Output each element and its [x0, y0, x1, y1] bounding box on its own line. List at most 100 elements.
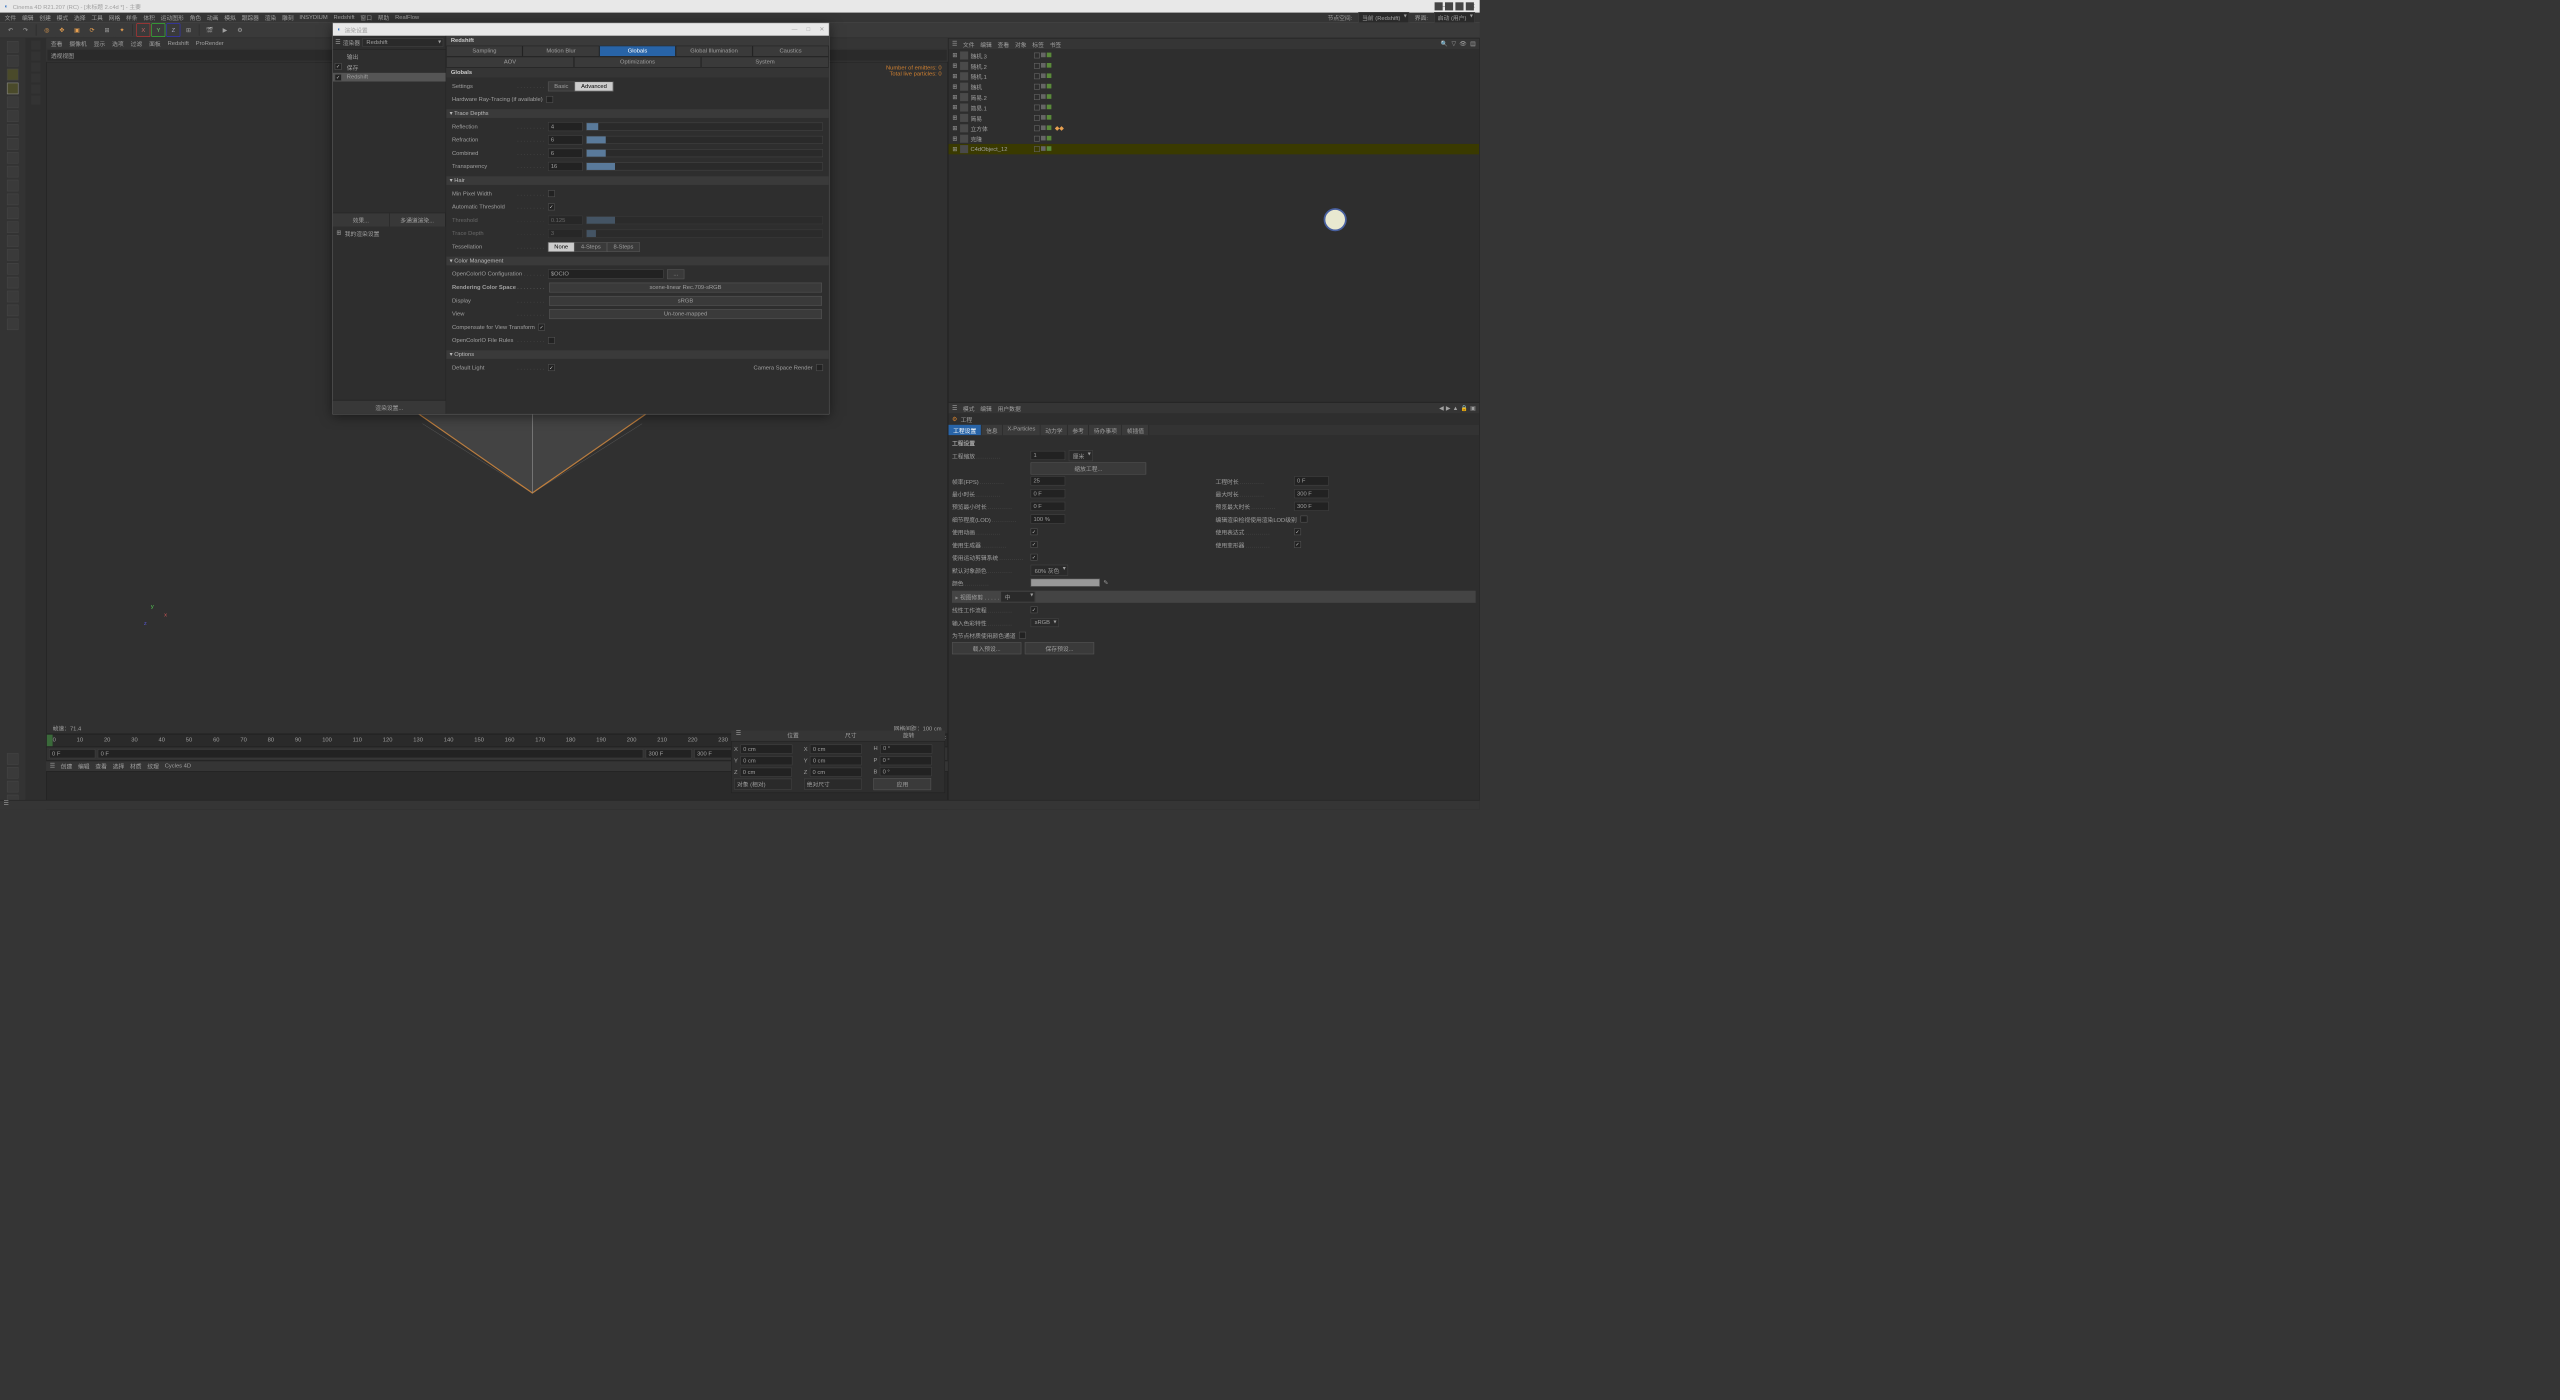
tess-8-button[interactable]: 8-Steps — [607, 242, 640, 252]
vp-icon[interactable] — [1435, 2, 1443, 10]
vp-menu-item[interactable]: Redshift — [168, 40, 189, 46]
time-end-input[interactable] — [646, 749, 692, 758]
pmax-input[interactable] — [1294, 502, 1329, 511]
menu-item[interactable]: 样条 — [126, 13, 138, 22]
undo-button[interactable]: ↶ — [3, 23, 17, 37]
rs-tab[interactable]: AOV — [446, 57, 574, 68]
misc-icon[interactable] — [7, 249, 19, 261]
mat-menu[interactable]: 查看 — [95, 762, 107, 771]
vp-menu-item[interactable]: 摄像机 — [69, 39, 86, 48]
vp-icon[interactable] — [1445, 2, 1453, 10]
dialog-close-button[interactable]: ✕ — [819, 26, 824, 32]
menu-item[interactable]: 文件 — [5, 13, 17, 22]
deflight-check[interactable] — [548, 364, 555, 371]
anim-check[interactable] — [1031, 528, 1038, 535]
mat-menu[interactable]: 创建 — [61, 762, 73, 771]
cursor-icon[interactable] — [7, 41, 19, 53]
browse-button[interactable]: ... — [667, 269, 685, 279]
y-axis-lock[interactable]: Y — [151, 23, 165, 37]
min-input[interactable] — [1031, 489, 1066, 498]
size-x-input[interactable] — [810, 744, 862, 753]
view-dropdown[interactable]: Un-tone-mapped — [549, 309, 822, 319]
mat-menu[interactable]: 编辑 — [78, 762, 90, 771]
menu-item[interactable]: INSYDIUM — [299, 14, 327, 20]
autothresh-check[interactable] — [548, 203, 555, 210]
vis-toggle[interactable] — [1034, 84, 1040, 90]
menu-item[interactable]: 创建 — [39, 13, 51, 22]
gen-check[interactable] — [1031, 541, 1038, 548]
s2-icon[interactable] — [7, 194, 19, 206]
menu-item[interactable]: 选择 — [74, 13, 86, 22]
menu-item[interactable]: 模式 — [57, 13, 69, 22]
am-tab[interactable]: 待办事项 — [1089, 425, 1122, 435]
menu-item[interactable]: RealFlow — [395, 14, 419, 20]
effects-button[interactable]: 效果... — [333, 213, 389, 226]
refraction-slider[interactable] — [586, 136, 823, 144]
hair-section[interactable]: Hair — [446, 176, 829, 185]
menu-item[interactable]: 编辑 — [22, 13, 34, 22]
render-region[interactable]: ▶ — [218, 23, 232, 37]
vp-menu-item[interactable]: 过滤 — [131, 39, 143, 48]
color-swatch[interactable] — [1031, 579, 1100, 587]
mat-menu[interactable]: 选择 — [113, 762, 125, 771]
menu-item[interactable]: 网格 — [109, 13, 121, 22]
combined-slider[interactable] — [586, 149, 823, 157]
am-tab[interactable]: 信息 — [981, 425, 1002, 435]
enable-toggle[interactable] — [1047, 136, 1052, 141]
multipass-button[interactable]: 多通道渲染... — [389, 213, 445, 226]
rs-tab[interactable]: Sampling — [446, 46, 523, 57]
vis-toggle[interactable] — [1034, 136, 1040, 142]
lod-check[interactable] — [1300, 516, 1307, 523]
move-tool[interactable]: ✥ — [55, 23, 69, 37]
rs-tab[interactable]: Globals — [599, 46, 676, 57]
tree-item[interactable]: ⊞立方体◆◆ — [948, 123, 1479, 133]
scale-project-button[interactable]: 缩放工程... — [1031, 462, 1147, 474]
enable-toggle[interactable] — [1047, 94, 1052, 99]
nav-pan-icon[interactable] — [7, 767, 19, 779]
eyedropper-icon[interactable]: ✎ — [1103, 579, 1108, 585]
vp-menu-item[interactable]: 显示 — [94, 39, 106, 48]
menu-item[interactable]: 窗口 — [360, 13, 372, 22]
save-preset-button[interactable]: 保存预设... — [1025, 642, 1094, 654]
rotate-tool[interactable]: ⟳ — [85, 23, 99, 37]
misc3-icon[interactable] — [7, 277, 19, 289]
menu-item[interactable]: 动画 — [207, 13, 219, 22]
extra-icon[interactable] — [31, 84, 40, 93]
tree-item[interactable]: ⊞简易 — [948, 113, 1479, 123]
select-tool[interactable]: ◎ — [40, 23, 54, 37]
basic-button[interactable]: Basic — [548, 81, 575, 91]
vis-toggle[interactable] — [1034, 53, 1040, 59]
rs-tab[interactable]: Motion Blur — [523, 46, 600, 57]
rot-b-input[interactable] — [880, 767, 932, 776]
new-icon[interactable]: ▣ — [1470, 405, 1475, 411]
vis-toggle[interactable] — [1034, 63, 1040, 69]
menu-item[interactable]: 体积 — [143, 13, 155, 22]
menu-item[interactable]: 模拟 — [224, 13, 236, 22]
om-menu[interactable]: 对象 — [1015, 40, 1027, 49]
time-cur-input[interactable] — [98, 749, 644, 758]
misc6-icon[interactable] — [7, 318, 19, 330]
mat-menu[interactable]: Cycles 4D — [165, 763, 191, 769]
vp-menu-item[interactable]: 面板 — [149, 39, 161, 48]
extra-icon[interactable] — [31, 73, 40, 82]
pos-mode-dropdown[interactable]: 对象 (相对) — [734, 779, 792, 790]
extra-icon[interactable] — [31, 62, 40, 71]
om-menu[interactable]: 标签 — [1032, 40, 1044, 49]
redo-button[interactable]: ↷ — [18, 23, 32, 37]
am-tab[interactable]: 参考 — [1068, 425, 1089, 435]
minpixel-check[interactable] — [548, 190, 555, 197]
unit-dropdown[interactable]: 厘米 — [1069, 450, 1093, 461]
tree-item[interactable]: ⊞简易.1 — [948, 102, 1479, 112]
motion-check[interactable] — [1031, 554, 1038, 561]
extra-icon[interactable] — [31, 95, 40, 104]
x-axis-lock[interactable]: X — [136, 23, 150, 37]
menu-item[interactable]: 渲染 — [265, 13, 277, 22]
recent-tool[interactable]: ⊞ — [100, 23, 114, 37]
gear-icon[interactable]: ⚙ — [952, 416, 957, 422]
tree-item[interactable]: ⊞随机.2 — [948, 61, 1479, 71]
om-menu[interactable]: 查看 — [998, 40, 1010, 49]
enable-toggle[interactable] — [1047, 115, 1052, 120]
am-menu[interactable]: 用户数据 — [998, 404, 1021, 413]
up-icon[interactable]: ▲ — [1453, 405, 1459, 411]
lod-input[interactable] — [1031, 514, 1066, 523]
